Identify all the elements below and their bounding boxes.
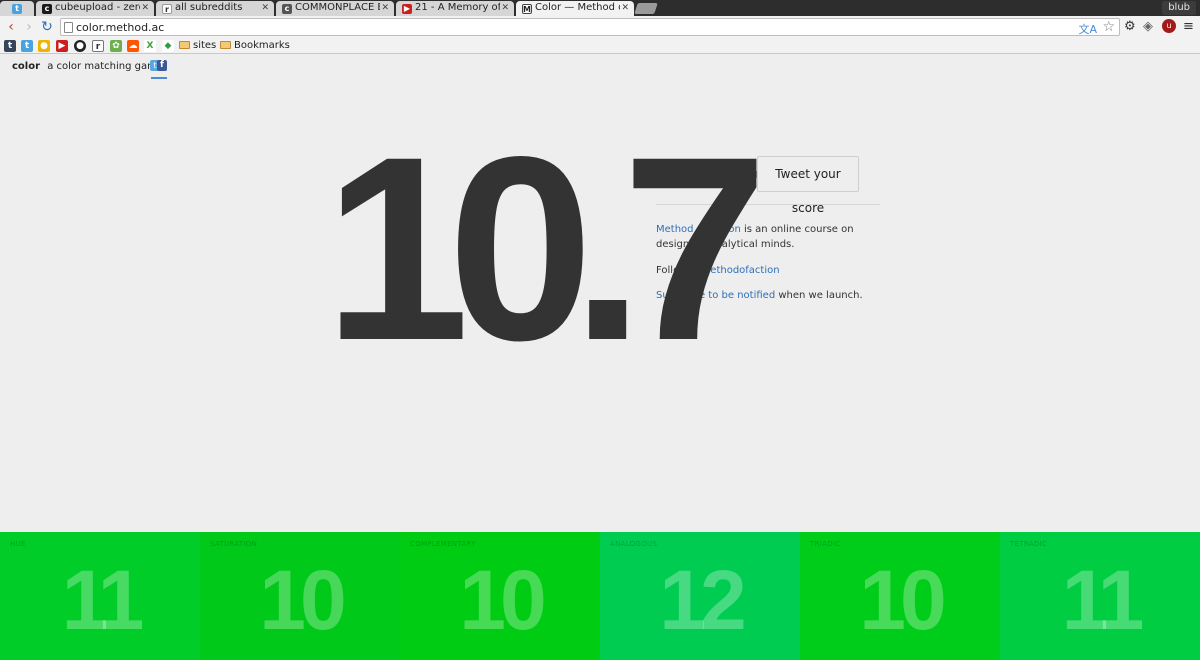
twitter-icon[interactable]: t — [21, 40, 33, 52]
forward-icon[interactable]: › — [22, 19, 36, 35]
score-breakdown: HUE 11 SATURATION 10 COMPLEMENTARY 10 ANALOGOU… — [0, 532, 1200, 660]
tab-commonplace[interactable]: c COMMONPLACE BO ✕ — [276, 1, 394, 16]
soundcloud-icon[interactable]: ☁ — [127, 40, 139, 52]
folder-icon — [220, 41, 231, 49]
bookmarks-bar: t t ● ▶ ● r ✿ ☁ X ◆ sites Bookmarks — [0, 38, 1200, 54]
folder-icon — [179, 41, 190, 49]
url-text[interactable]: color.method.ac — [76, 19, 164, 36]
reddit-icon: r — [162, 4, 172, 14]
profile-button[interactable]: blub — [1162, 1, 1196, 15]
score-cell-triadic: TRIADIC 10 — [800, 532, 1000, 660]
tab-color-method[interactable]: M Color — Method of A ✕ — [516, 1, 634, 16]
tab-title: cubeupload - zero co — [55, 2, 140, 13]
leaf-icon[interactable]: ✿ — [110, 40, 122, 52]
x-icon[interactable]: X — [144, 40, 156, 52]
reload-icon[interactable]: ↻ — [40, 19, 54, 35]
back-icon[interactable]: ‹ — [4, 19, 18, 35]
score-label: COMPLEMENTARY — [410, 540, 476, 548]
share-underline — [151, 77, 167, 79]
score-value: 11 — [1061, 553, 1145, 647]
method-icon: M — [522, 4, 532, 14]
score-label: TETRADIC — [1010, 540, 1048, 548]
tab-strip: t c cubeupload - zero co ✕ r all subredd… — [0, 0, 1200, 16]
gear-icon[interactable]: ⚙ — [1124, 19, 1136, 35]
folder-label: Bookmarks — [234, 40, 290, 51]
tab-subreddits[interactable]: r all subreddits ✕ — [156, 1, 274, 16]
score-cell-saturation: SATURATION 10 — [200, 532, 400, 660]
new-tab-button[interactable] — [634, 3, 658, 14]
facebook-share-icon[interactable]: f — [157, 60, 167, 71]
score-cell-analogous: ANALOGOUS 12 — [600, 532, 800, 660]
tab-title: COMMONPLACE BO — [295, 2, 380, 13]
brand-logo[interactable]: color — [12, 61, 40, 72]
folder-label: sites — [193, 40, 217, 51]
score-value: 11 — [61, 553, 145, 647]
twitter-icon: t — [12, 4, 22, 14]
bookmark-icon[interactable]: ● — [38, 40, 50, 52]
youtube-icon[interactable]: ▶ — [56, 40, 68, 52]
tab-cubeupload[interactable]: c cubeupload - zero co ✕ — [36, 1, 154, 16]
feedly-icon[interactable]: ◆ — [162, 40, 174, 52]
close-icon[interactable]: ✕ — [621, 1, 629, 15]
info-text: when we launch. — [775, 290, 863, 301]
tweet-score-button[interactable]: Tweet your score — [757, 156, 859, 215]
score-value: 10 — [459, 553, 546, 647]
bookmark-star-icon[interactable]: ☆ — [1102, 19, 1115, 35]
close-icon[interactable]: ✕ — [141, 1, 149, 15]
reddit-icon[interactable]: r — [92, 40, 104, 52]
tumblr-icon[interactable]: t — [4, 40, 16, 52]
extension-icon[interactable]: ◈ — [1143, 19, 1153, 35]
score-value: 10 — [259, 553, 346, 647]
tab-youtube[interactable]: ▶ 21 - A Memory of Eu ✕ — [396, 1, 514, 16]
close-icon[interactable]: ✕ — [261, 1, 269, 15]
score-value: 10 — [859, 553, 946, 647]
youtube-icon: ▶ — [402, 4, 412, 14]
score-label: HUE — [10, 540, 26, 548]
bookmark-folder-bookmarks[interactable]: Bookmarks — [220, 39, 290, 53]
score-label: TRIADIC — [810, 540, 841, 548]
score-label: SATURATION — [210, 540, 258, 548]
score-label: ANALOGOUS — [610, 540, 658, 548]
commonplace-icon: c — [282, 4, 292, 14]
tab-twitter[interactable]: t — [0, 1, 34, 16]
total-score: 10.7 — [324, 102, 768, 395]
cubeupload-icon: c — [42, 4, 52, 14]
score-cell-tetradic: TETRADIC 11 — [1000, 532, 1200, 660]
tab-title: Color — Method of A — [535, 2, 620, 13]
share-buttons[interactable]: t f — [150, 60, 167, 72]
score-value: 12 — [659, 553, 746, 647]
translate-icon[interactable]: 文A — [1078, 21, 1097, 37]
menu-icon[interactable]: ≡ — [1183, 19, 1194, 35]
close-icon[interactable]: ✕ — [381, 1, 389, 15]
page-icon — [64, 22, 73, 33]
close-icon[interactable]: ✕ — [501, 1, 509, 15]
score-cell-hue: HUE 11 — [0, 532, 200, 660]
tab-title: all subreddits — [175, 2, 243, 13]
score-cell-complementary: COMPLEMENTARY 10 — [400, 532, 600, 660]
tab-title: 21 - A Memory of Eu — [415, 2, 500, 13]
bookmark-folder-sites[interactable]: sites — [179, 39, 216, 53]
github-icon[interactable]: ● — [74, 40, 86, 52]
site-tagline: a color matching game — [47, 61, 163, 72]
site-header: color a color matching game — [12, 61, 163, 72]
toolbar: ‹ › ↻ color.method.ac 文A ☆ ⚙ ◈ u ≡ — [0, 16, 1200, 38]
address-bar[interactable]: color.method.ac 文A ☆ — [60, 18, 1120, 36]
ublock-icon[interactable]: u — [1162, 19, 1176, 33]
